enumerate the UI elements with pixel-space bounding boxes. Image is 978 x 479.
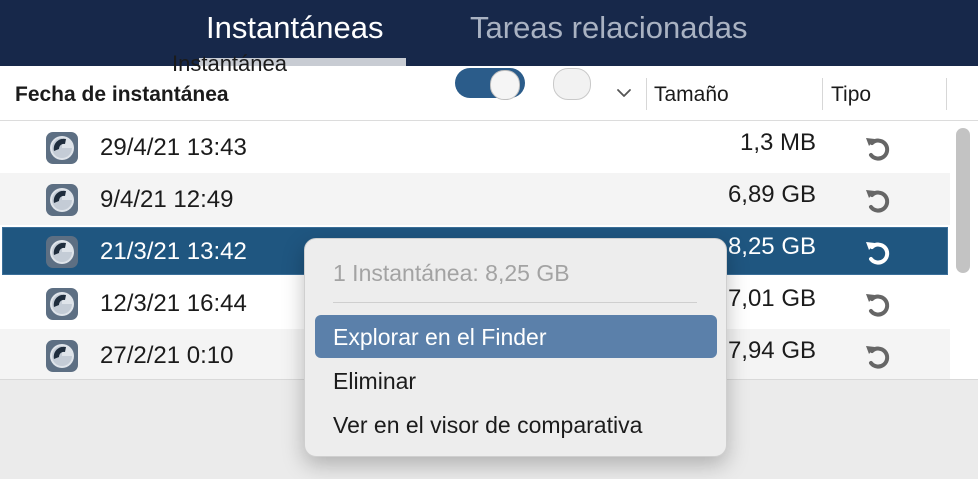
top-tab-bar: Instantáneas Tareas relacionadas (0, 0, 978, 66)
context-menu: 1 Instantánea: 8,25 GB Explorar en el Fi… (304, 238, 727, 457)
time-machine-snapshot-icon (46, 132, 78, 164)
snapshot-size: 7,94 GB (727, 337, 816, 364)
restore-icon[interactable] (863, 342, 897, 372)
snapshot-date: 12/3/21 16:44 (100, 290, 247, 317)
column-header-date[interactable]: Fecha de instantánea (15, 83, 229, 107)
menu-item-delete[interactable]: Eliminar (315, 359, 717, 402)
menu-item-explore-in-finder[interactable]: Explorar en el Finder (315, 315, 717, 358)
chevron-down-icon[interactable] (616, 85, 632, 101)
snapshot-date: 9/4/21 12:49 (100, 186, 234, 213)
snapshot-date: 29/4/21 13:43 (100, 134, 247, 161)
snapshot-size: 7,01 GB (727, 285, 816, 312)
table-row[interactable]: 9/4/21 12:49 6,89 GB (0, 173, 950, 225)
time-machine-snapshot-icon (46, 236, 78, 268)
vertical-scrollbar[interactable] (956, 128, 970, 273)
snapshot-date: 21/3/21 13:42 (100, 238, 247, 265)
restore-icon[interactable] (863, 186, 897, 216)
secondary-toggle[interactable] (553, 68, 591, 100)
column-divider[interactable] (646, 78, 647, 110)
tab-related-tasks[interactable]: Tareas relacionadas (470, 10, 747, 46)
toggle-knob[interactable] (490, 70, 520, 100)
table-row[interactable]: 29/4/21 13:43 1,3 MB (0, 121, 950, 173)
snapshot-date: 27/2/21 0:10 (100, 342, 234, 369)
bottom-snapshot-label: Instantánea (172, 51, 287, 76)
snapshot-size: 6,89 GB (727, 181, 816, 208)
menu-separator (333, 302, 697, 303)
menu-item-compare-viewer[interactable]: Ver en el visor de comparativa (315, 403, 717, 446)
time-machine-snapshot-icon (46, 184, 78, 216)
restore-icon[interactable] (863, 290, 897, 320)
menu-item-label: Ver en el visor de comparativa (333, 412, 643, 438)
snapshot-size: 8,25 GB (727, 233, 816, 260)
time-machine-snapshot-icon (46, 340, 78, 372)
tab-snapshots[interactable]: Instantáneas (206, 10, 384, 46)
snapshot-size: 1,3 MB (739, 129, 816, 156)
menu-item-label: Explorar en el Finder (333, 324, 547, 350)
column-divider[interactable] (822, 78, 823, 110)
column-header-type[interactable]: Tipo (831, 83, 871, 107)
restore-icon[interactable] (863, 238, 897, 268)
context-menu-header: 1 Instantánea: 8,25 GB (333, 260, 570, 286)
column-header-size[interactable]: Tamaño (654, 83, 729, 107)
menu-item-label: Eliminar (333, 368, 417, 394)
restore-icon[interactable] (863, 134, 897, 164)
column-divider[interactable] (946, 78, 947, 110)
time-machine-snapshot-icon (46, 288, 78, 320)
